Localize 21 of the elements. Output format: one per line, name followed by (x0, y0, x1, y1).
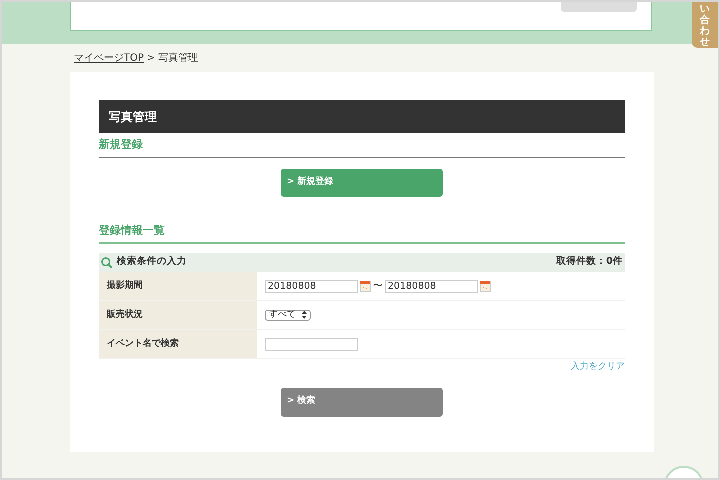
page-title: 写真管理 (99, 100, 625, 133)
breadcrumb-text: > (147, 52, 156, 66)
result-count: 取得件数：0件 (556, 255, 623, 270)
date-field[interactable]: 20180808 (265, 280, 358, 292)
section-heading: 登録情報一覧 (99, 218, 625, 244)
calendar-icon[interactable] (360, 280, 371, 292)
search-panel-title: 検索条件の入力 (117, 255, 187, 270)
field-label: 販売状況 (99, 301, 257, 329)
breadcrumb-link[interactable]: マイページTOP (74, 51, 144, 72)
header-button[interactable] (561, 2, 637, 12)
field-label: イベント名で検索 (99, 330, 257, 358)
breadcrumb-text: 写真管理 (158, 52, 198, 66)
range-separator: 〜 (373, 280, 383, 294)
field-label: 撮影期間 (99, 272, 257, 300)
event-name-field[interactable] (265, 338, 358, 350)
calendar-icon[interactable] (480, 280, 491, 292)
date-field[interactable]: 20180808 (385, 280, 478, 292)
updown-arrows-icon (302, 311, 307, 319)
search-icon (101, 256, 113, 268)
status-select[interactable]: すべて (265, 310, 311, 320)
section-heading: 新規登録 (99, 133, 625, 158)
